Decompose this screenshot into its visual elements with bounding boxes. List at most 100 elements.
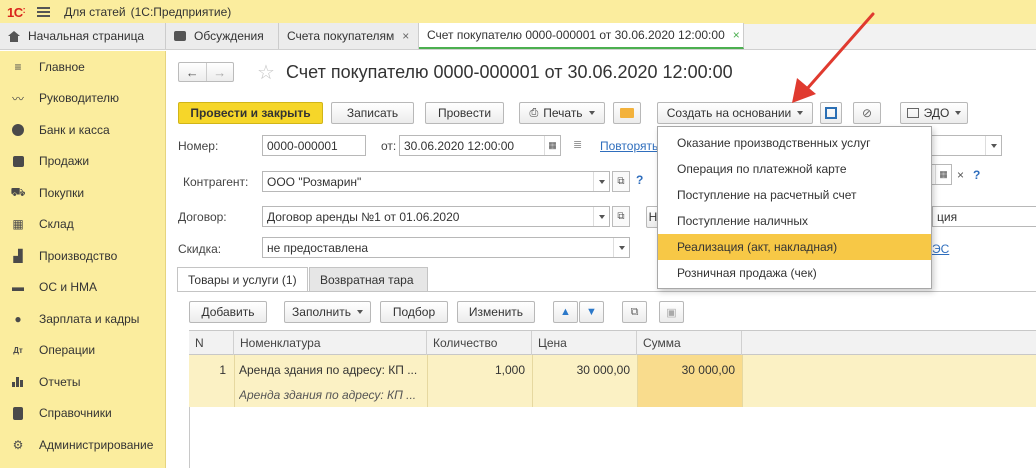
change-button[interactable]: Изменить xyxy=(457,301,535,323)
sidebar-item-references[interactable]: Справочники xyxy=(0,398,165,430)
sidebar-item-label: Продажи xyxy=(39,154,90,169)
item-name[interactable]: Аренда здания по адресу: КП ... xyxy=(239,363,424,377)
column-header-n[interactable]: N xyxy=(189,331,234,355)
sidebar-item-label: Руководителю xyxy=(39,91,120,106)
right-date-field[interactable]: ▦ xyxy=(932,164,952,185)
item-content[interactable]: Аренда здания по адресу: КП ... xyxy=(239,388,424,402)
sidebar-item-label: Производство xyxy=(39,248,118,263)
number-field[interactable]: 0000-000001 xyxy=(262,135,366,156)
favorite-star-icon[interactable]: ☆ xyxy=(257,60,275,85)
forward-arrow-icon[interactable]: → xyxy=(205,63,234,81)
menu-item-cash-receipt[interactable]: Поступление наличных xyxy=(658,208,931,234)
tab-underline xyxy=(177,291,1036,292)
sidebar-item-manager[interactable]: 〰 Руководителю xyxy=(0,83,165,115)
factory-icon: ▟ xyxy=(13,248,23,263)
tab-goods-services[interactable]: Товары и услуги (1) xyxy=(177,267,308,291)
column-header-sum[interactable]: Сумма xyxy=(637,331,742,355)
bag-icon xyxy=(11,154,25,168)
tab-label: Счета покупателям xyxy=(287,29,395,43)
sidebar-item-operations[interactable]: Дт Операции xyxy=(0,335,165,367)
sidebar-item-payroll[interactable]: ● Зарплата и кадры xyxy=(0,303,165,335)
open-counterparty-icon[interactable]: ⧉ xyxy=(612,171,630,192)
paste-icon[interactable]: ▣ xyxy=(659,301,684,323)
sidebar-item-label: Главное xyxy=(39,59,85,74)
sidebar-item-main[interactable]: ≡ Главное xyxy=(0,51,165,83)
cart-icon: ⛟ xyxy=(10,184,26,199)
calendar-icon[interactable]: ▦ xyxy=(935,165,951,184)
discount-field[interactable]: не предоставлена xyxy=(262,237,630,258)
column-header-item[interactable]: Номенклатура xyxy=(234,331,427,355)
table-header: N Номенклатура Количество Цена Сумма xyxy=(189,330,1036,355)
contract-right-field[interactable]: ция xyxy=(932,206,1036,227)
help-icon[interactable]: ? xyxy=(973,168,980,182)
tab-returnable-containers[interactable]: Возвратная тара xyxy=(309,267,428,291)
calendar-icon[interactable]: ▦ xyxy=(544,136,560,155)
menu-item-retail-sale[interactable]: Розничная продажа (чек) xyxy=(658,260,931,286)
date-field[interactable]: 30.06.2020 12:00:00 ▦ xyxy=(399,135,561,156)
move-up-icon[interactable]: ▲ xyxy=(553,301,578,323)
help-icon[interactable]: ? xyxy=(636,173,643,187)
clear-icon[interactable]: × xyxy=(957,168,964,182)
contract-field[interactable]: Договор аренды №1 от 01.06.2020 xyxy=(262,206,610,227)
back-arrow-icon[interactable]: ← xyxy=(179,63,206,81)
quantity-value[interactable]: 1,000 xyxy=(427,363,525,377)
sidebar-item-purchases[interactable]: ⛟ Покупки xyxy=(0,177,165,209)
attachment-icon[interactable]: ⊘ xyxy=(853,102,881,124)
add-row-button[interactable]: Добавить xyxy=(189,301,267,323)
sidebar-item-warehouse[interactable]: ▦ Склад xyxy=(0,209,165,241)
column-header-quantity[interactable]: Количество xyxy=(427,331,532,355)
counterparty-field[interactable]: ООО "Розмарин" xyxy=(262,171,610,192)
open-contract-icon[interactable]: ⧉ xyxy=(612,206,630,227)
column-header-price[interactable]: Цена xyxy=(532,331,637,355)
fill-button[interactable]: Заполнить xyxy=(284,301,371,323)
pick-button[interactable]: Подбор xyxy=(380,301,448,323)
app-logo[interactable]: 1С: xyxy=(7,5,26,20)
edo-status-link[interactable]: ЭС xyxy=(932,242,949,256)
sidebar-item-assets[interactable]: ▬ ОС и НМА xyxy=(0,272,165,304)
window-title: Для статей (1С:Предприятие) xyxy=(64,5,232,19)
comment-icon[interactable]: ≣ xyxy=(573,138,582,151)
open-windows-tabs: Начальная страница Обсуждения Счета поку… xyxy=(0,23,1036,50)
sidebar-item-sales[interactable]: Продажи xyxy=(0,146,165,178)
close-icon[interactable]: × xyxy=(402,29,409,43)
table-row[interactable]: 1 Аренда здания по адресу: КП ... Аренда… xyxy=(189,355,1036,407)
sidebar-item-label: Зарплата и кадры xyxy=(39,311,140,326)
menu-item-sales-act[interactable]: Реализация (акт, накладная) xyxy=(658,234,931,260)
sidebar-item-admin[interactable]: ⚙ Администрирование xyxy=(0,429,165,461)
repeat-link[interactable]: Повторять xyxy=(600,139,658,153)
email-button[interactable] xyxy=(613,102,641,124)
post-and-close-button[interactable]: Провести и закрыть xyxy=(178,102,323,124)
date-label: от: xyxy=(381,139,397,153)
move-down-icon[interactable]: ▼ xyxy=(579,301,604,323)
close-icon[interactable]: × xyxy=(733,28,740,42)
sidebar-item-label: Склад xyxy=(39,217,74,232)
structure-icon[interactable] xyxy=(820,102,842,124)
tab-invoice[interactable]: Счет покупателю 0000-000001 от 30.06.202… xyxy=(419,23,744,49)
tab-discussions[interactable]: Обсуждения xyxy=(166,23,279,49)
organization-field[interactable] xyxy=(932,135,1002,156)
print-button[interactable]: ⎙ Печать xyxy=(519,102,605,124)
counterparty-label: Контрагент: xyxy=(183,175,249,189)
create-based-on-button[interactable]: Создать на основании xyxy=(657,102,813,124)
sidebar-item-label: Операции xyxy=(39,343,96,358)
menu-item-card-operation[interactable]: Операция по платежной карте xyxy=(658,156,931,182)
envelope-icon xyxy=(620,108,634,118)
number-label: Номер: xyxy=(178,139,219,153)
sidebar-item-reports[interactable]: Отчеты xyxy=(0,366,165,398)
bar-chart-icon xyxy=(11,375,25,389)
sidebar-item-production[interactable]: ▟ Производство xyxy=(0,240,165,272)
copy-icon[interactable]: ⧉ xyxy=(622,301,647,323)
coin-icon xyxy=(11,123,25,137)
tab-invoices-list[interactable]: Счета покупателям × xyxy=(279,23,419,49)
menu-item-bank-receipt[interactable]: Поступление на расчетный счет xyxy=(658,182,931,208)
post-button[interactable]: Провести xyxy=(425,102,504,124)
menu-item-production-services[interactable]: Оказание производственных услуг xyxy=(658,130,931,156)
row-number: 1 xyxy=(219,363,226,377)
main-menu-icon[interactable] xyxy=(37,7,51,17)
save-button[interactable]: Записать xyxy=(331,102,414,124)
edo-button[interactable]: ЭДО xyxy=(900,102,968,124)
sidebar-item-bank[interactable]: Банк и касса xyxy=(0,114,165,146)
sum-value[interactable]: 30 000,00 xyxy=(637,363,735,377)
tab-home[interactable]: Начальная страница xyxy=(0,23,166,49)
price-value[interactable]: 30 000,00 xyxy=(532,363,630,377)
